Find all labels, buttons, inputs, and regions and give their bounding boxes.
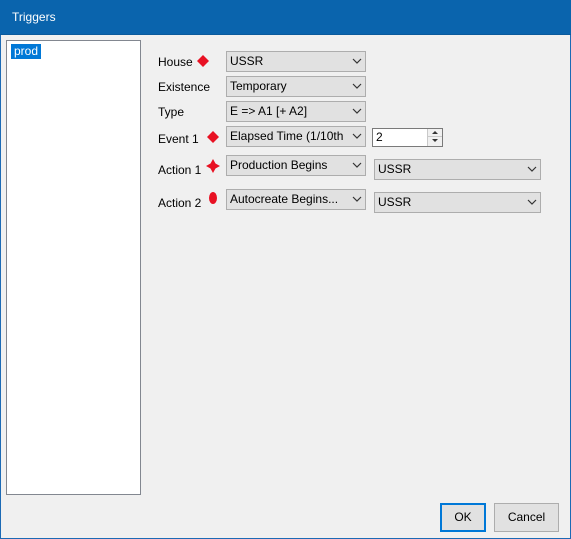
type-label: Type	[158, 105, 185, 119]
stepper-up-button[interactable]	[427, 129, 442, 137]
type-value: E => A1 [+ A2]	[230, 104, 308, 118]
action1-target-value: USSR	[378, 162, 412, 176]
existence-label: Existence	[158, 80, 211, 94]
action2-target-value: USSR	[378, 195, 412, 209]
window-title: Triggers	[12, 10, 56, 24]
chevron-down-icon	[352, 196, 362, 202]
chevron-down-icon	[352, 133, 362, 139]
chevron-down-icon	[352, 83, 362, 89]
chevron-down-icon	[527, 199, 537, 205]
event1-dropdown[interactable]: Elapsed Time (1/10th min	[226, 126, 366, 147]
cancel-button[interactable]: Cancel	[494, 503, 559, 532]
caret-up-icon	[432, 131, 438, 134]
action1-value: Production Begins	[230, 158, 328, 172]
action2-label: Action 2	[158, 196, 202, 210]
action2-dropdown[interactable]: Autocreate Begins...	[226, 189, 366, 210]
trigger-list-item[interactable]: prod	[11, 44, 42, 59]
chevron-down-icon	[527, 166, 537, 172]
chevron-down-icon	[352, 162, 362, 168]
chevron-down-icon	[352, 108, 362, 114]
event1-value: Elapsed Time (1/10th min	[230, 129, 347, 143]
red-diamond-icon	[197, 55, 209, 67]
house-dropdown[interactable]: USSR	[226, 51, 366, 72]
red-diamond-icon	[207, 131, 219, 143]
ok-button[interactable]: OK	[440, 503, 486, 532]
event1-param-value: 2	[376, 130, 383, 144]
chevron-down-icon	[352, 58, 362, 64]
action1-dropdown[interactable]: Production Begins	[226, 155, 366, 176]
red-cross-icon	[206, 159, 220, 173]
trigger-list[interactable]: prod	[6, 40, 141, 495]
type-dropdown[interactable]: E => A1 [+ A2]	[226, 101, 366, 122]
house-value: USSR	[230, 54, 264, 68]
title-bar[interactable]: Triggers	[0, 0, 571, 35]
event1-label: Event 1	[158, 132, 199, 146]
stepper-down-button[interactable]	[427, 137, 442, 146]
action1-target-dropdown[interactable]: USSR	[374, 159, 541, 180]
action2-value: Autocreate Begins...	[230, 192, 339, 206]
window-border-left	[0, 35, 1, 539]
action1-label: Action 1	[158, 163, 202, 177]
house-label: House	[158, 55, 193, 69]
caret-down-icon	[432, 139, 438, 142]
action2-target-dropdown[interactable]: USSR	[374, 192, 541, 213]
existence-dropdown[interactable]: Temporary	[226, 76, 366, 97]
existence-value: Temporary	[230, 79, 287, 93]
red-drop-icon	[209, 192, 217, 204]
event1-param-stepper[interactable]: 2	[372, 128, 443, 147]
